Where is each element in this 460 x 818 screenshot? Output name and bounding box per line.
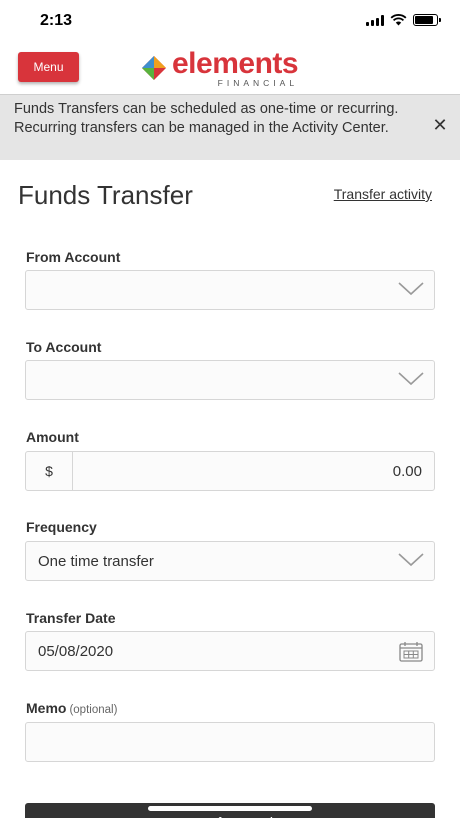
memo-optional-hint: (optional)	[69, 704, 118, 716]
wifi-icon	[390, 14, 407, 26]
to-account-select[interactable]	[25, 360, 435, 400]
from-account-select[interactable]	[25, 270, 435, 310]
transfer-date-input[interactable]: 05/08/2020	[25, 631, 435, 671]
banner-text: Funds Transfers can be scheduled as one-…	[14, 101, 399, 136]
chevron-down-icon	[398, 553, 424, 567]
logo-subtitle: FINANCIAL	[217, 77, 299, 88]
transfer-date-label: Transfer Date	[26, 610, 116, 626]
calendar-icon[interactable]	[399, 641, 423, 662]
page-title: Funds Transfer	[18, 180, 193, 210]
signal-icon	[366, 14, 384, 26]
chevron-down-icon	[398, 282, 424, 296]
frequency-select[interactable]: One time transfer	[25, 541, 435, 581]
to-account-label: To Account	[26, 339, 102, 355]
currency-prefix: $	[26, 452, 73, 490]
logo-word: elements	[172, 46, 299, 80]
status-icons	[366, 14, 441, 26]
battery-icon	[413, 14, 441, 26]
menu-button[interactable]: Menu	[18, 52, 79, 82]
memo-input[interactable]	[25, 722, 435, 762]
amount-label: Amount	[26, 429, 79, 445]
close-icon[interactable]: ✕	[432, 116, 448, 134]
transfer-activity-link[interactable]: Transfer activity	[334, 186, 432, 202]
amount-input[interactable]: $ 0.00	[25, 451, 435, 491]
from-account-label: From Account	[26, 249, 121, 265]
amount-value: 0.00	[392, 463, 422, 480]
info-banner: Funds Transfers can be scheduled as one-…	[0, 94, 460, 160]
status-time: 2:13	[40, 12, 73, 29]
memo-label: Memo (optional)	[26, 700, 117, 716]
chevron-down-icon	[398, 372, 424, 386]
frequency-value: One time transfer	[38, 553, 154, 570]
frequency-label: Frequency	[26, 519, 97, 535]
logo-mark-icon	[142, 56, 166, 80]
transfer-date-value: 05/08/2020	[38, 643, 114, 660]
elements-financial-logo[interactable]: elements FINANCIAL	[138, 46, 299, 88]
status-bar: 2:13	[0, 0, 460, 44]
home-indicator	[148, 806, 312, 811]
memo-label-text: Memo	[26, 700, 67, 716]
app-header: Menu elements FINANCIAL	[0, 44, 460, 94]
